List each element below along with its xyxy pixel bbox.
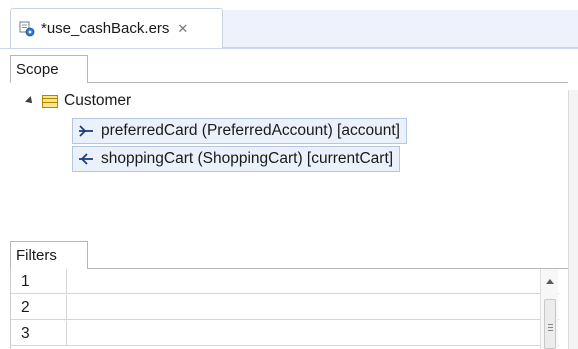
tree-item-label: shoppingCart (ShoppingCart) [currentCart… xyxy=(101,150,394,167)
grip-line xyxy=(548,327,553,328)
tree-item-label: Customer xyxy=(64,92,132,109)
filters-table: 1 2 3 xyxy=(10,269,559,349)
tree-item-customer[interactable]: Customer xyxy=(25,90,132,112)
rule-editor-icon xyxy=(19,21,35,37)
scrollbar-thumb[interactable] xyxy=(544,299,556,349)
expand-arrow-icon[interactable] xyxy=(25,96,35,106)
side-ruler xyxy=(568,90,578,349)
scroll-up-arrow-icon[interactable] xyxy=(546,279,554,284)
row-number: 3 xyxy=(11,321,67,346)
editor-tab[interactable]: *use_cashBack.ers ✕ xyxy=(10,8,223,48)
filter-cell[interactable] xyxy=(68,269,541,294)
editor-tabbar-strip xyxy=(222,10,578,48)
close-icon[interactable]: ✕ xyxy=(177,21,188,37)
tab-scope[interactable]: Scope xyxy=(10,55,88,83)
row-number: 2 xyxy=(11,295,67,320)
incoming-relation-icon xyxy=(77,152,95,166)
row-number: 1 xyxy=(11,269,67,294)
table-row[interactable]: 3 xyxy=(11,321,559,346)
table-row[interactable]: 2 xyxy=(11,295,559,320)
outgoing-relation-icon xyxy=(77,124,95,138)
grip-line xyxy=(548,330,553,331)
rule-scope-pane: Scope Customer preferredCard (PreferredA… xyxy=(10,48,568,349)
filter-cell[interactable] xyxy=(68,295,541,320)
filter-cell[interactable] xyxy=(68,321,541,346)
tree-item-preferred-card[interactable]: preferredCard (PreferredAccount) [accoun… xyxy=(72,118,407,144)
editor-tab-label: *use_cashBack.ers xyxy=(41,20,170,37)
tree-item-label: preferredCard (PreferredAccount) [accoun… xyxy=(101,122,400,139)
tree-item-shopping-cart[interactable]: shoppingCart (ShoppingCart) [currentCart… xyxy=(72,146,401,172)
tab-filters[interactable]: Filters xyxy=(10,241,88,269)
filters-scrollbar[interactable] xyxy=(540,269,558,349)
editor-tabbar: *use_cashBack.ers ✕ xyxy=(0,0,578,48)
table-row[interactable]: 1 xyxy=(11,269,559,294)
scope-tab-divider xyxy=(88,82,568,83)
table-icon xyxy=(42,94,58,108)
grip-line xyxy=(548,324,553,325)
